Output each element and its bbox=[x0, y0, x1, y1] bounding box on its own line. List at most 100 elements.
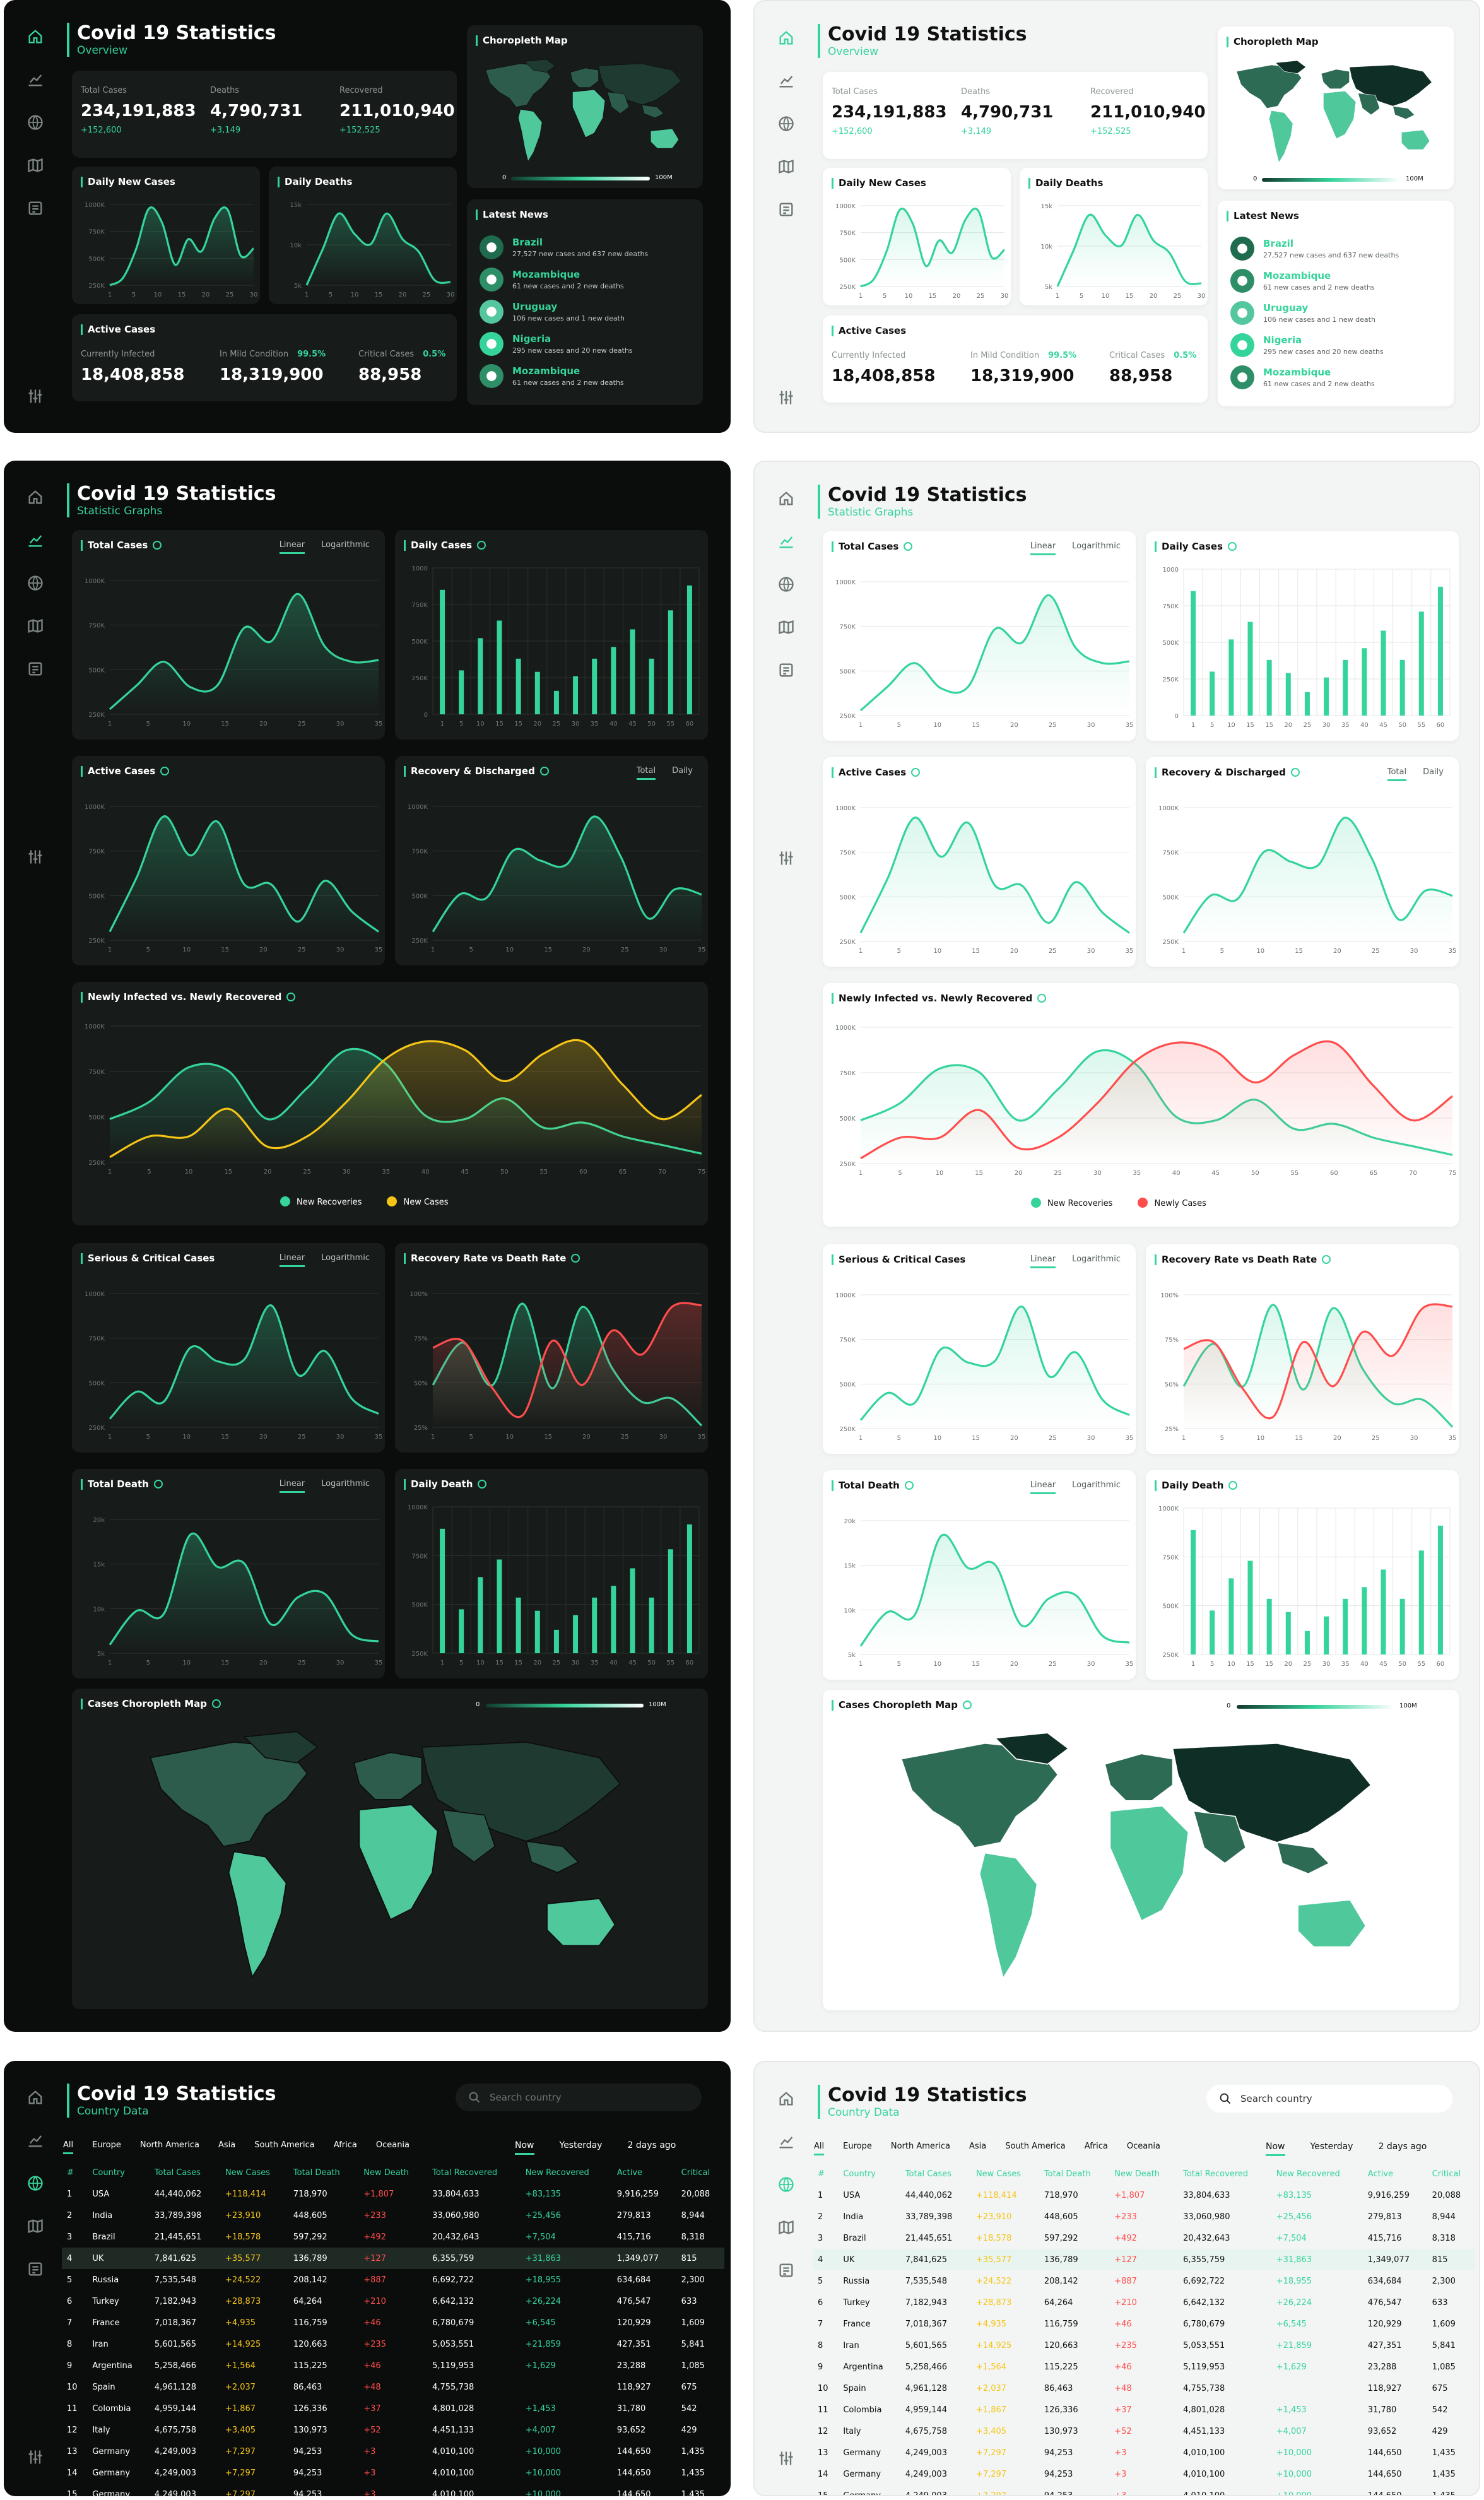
news-item[interactable]: Uruguay 106 new cases and 1 new death bbox=[1230, 297, 1447, 329]
bar[interactable] bbox=[497, 1559, 502, 1653]
bar[interactable] bbox=[630, 1568, 635, 1653]
table-row[interactable]: 13 Germany 4,249,003 +7,297 94,253 +3 4,010,10… bbox=[62, 2441, 724, 2462]
table-row[interactable]: 12 Italy 4,675,758 +3,405 130,973 +52 4,451,13… bbox=[62, 2419, 724, 2441]
nav-home-button[interactable] bbox=[775, 2087, 798, 2110]
map-region[interactable] bbox=[1321, 69, 1350, 90]
nav-chart-button[interactable] bbox=[24, 2129, 47, 2152]
tab-region[interactable]: Oceania bbox=[1127, 2142, 1160, 2154]
search-input[interactable]: Search country bbox=[456, 2084, 702, 2111]
table-row[interactable]: 10 Spain 4,961,128 +2,037 86,463 +48 4,755,738… bbox=[813, 2378, 1475, 2399]
table-row[interactable]: 7 France 7,018,367 +4,935 116,759 +46 6,780,67… bbox=[62, 2312, 724, 2333]
bar[interactable] bbox=[1362, 1587, 1367, 1654]
legend-item[interactable]: New Recoveries bbox=[280, 1196, 362, 1207]
nav-news-button[interactable] bbox=[775, 659, 798, 681]
bar[interactable] bbox=[1247, 622, 1253, 716]
tab-region[interactable]: South America bbox=[1005, 2142, 1066, 2154]
news-item[interactable]: Brazil 27,527 new cases and 637 new death… bbox=[1230, 232, 1447, 264]
news-item[interactable]: Mozambique 61 new cases and 2 new deaths bbox=[480, 263, 697, 295]
nav-filter-button[interactable] bbox=[24, 385, 47, 408]
bar[interactable] bbox=[630, 629, 635, 714]
table-row[interactable]: 9 Argentina 5,258,466 +1,564 115,225 +46 5,119… bbox=[813, 2356, 1475, 2378]
legend-item[interactable]: Newly Cases bbox=[1138, 1198, 1206, 1208]
column-header[interactable]: Total Recovered bbox=[427, 2162, 521, 2183]
map-region[interactable] bbox=[572, 89, 606, 138]
table-row[interactable]: 4 UK 7,841,625 +35,577 136,789 +127 6,355,759 +… bbox=[62, 2248, 724, 2269]
tab-region[interactable]: North America bbox=[140, 2140, 199, 2152]
bar[interactable] bbox=[1399, 659, 1405, 716]
legend-item[interactable]: New Recoveries bbox=[1031, 1198, 1112, 1208]
bar[interactable] bbox=[1191, 1530, 1196, 1654]
nav-chart-button[interactable] bbox=[775, 2130, 798, 2153]
bar[interactable] bbox=[1228, 639, 1234, 716]
tab-time[interactable]: Now bbox=[515, 2140, 534, 2155]
bar[interactable] bbox=[592, 658, 598, 714]
bar[interactable] bbox=[649, 658, 654, 714]
tab-time[interactable]: Yesterday bbox=[1310, 2142, 1353, 2154]
bar[interactable] bbox=[515, 1597, 521, 1653]
table-row[interactable]: 11 Colombia 4,959,144 +1,867 126,336 +37 4,801… bbox=[813, 2399, 1475, 2420]
bar[interactable] bbox=[1304, 692, 1310, 716]
bar[interactable] bbox=[573, 1615, 579, 1653]
map-region[interactable] bbox=[353, 1752, 423, 1800]
bar[interactable] bbox=[1381, 630, 1386, 716]
column-header[interactable]: Total Cases bbox=[900, 2163, 971, 2185]
nav-chart-button[interactable] bbox=[775, 530, 798, 553]
nav-filter-button[interactable] bbox=[775, 2447, 798, 2470]
bar[interactable] bbox=[1381, 1569, 1386, 1654]
bar[interactable] bbox=[1362, 648, 1367, 716]
nav-globe-button[interactable] bbox=[24, 111, 47, 134]
tab-region[interactable]: Asia bbox=[969, 2142, 986, 2154]
tab-region[interactable]: Asia bbox=[218, 2140, 235, 2152]
nav-home-button[interactable] bbox=[24, 25, 47, 48]
tab-region[interactable]: Oceania bbox=[376, 2140, 409, 2152]
bar[interactable] bbox=[1247, 1560, 1253, 1654]
bar[interactable] bbox=[440, 589, 445, 714]
bar[interactable] bbox=[534, 671, 540, 714]
map-region[interactable] bbox=[228, 1851, 287, 1979]
column-header[interactable]: New Recovered bbox=[1271, 2163, 1363, 2185]
table-row[interactable]: 13 Germany 4,249,003 +7,297 94,253 +3 4,010,10… bbox=[813, 2442, 1475, 2463]
table-row[interactable]: 15 Germany 4,249,003 +7,297 94,253 +3 4,010,10… bbox=[62, 2484, 724, 2497]
bar[interactable] bbox=[1210, 1610, 1215, 1654]
table-row[interactable]: 10 Spain 4,961,128 +2,037 86,463 +48 4,755,738… bbox=[62, 2376, 724, 2398]
nav-globe-button[interactable] bbox=[775, 112, 798, 135]
bar[interactable] bbox=[1343, 1598, 1348, 1654]
bar[interactable] bbox=[1285, 673, 1291, 716]
table-row[interactable]: 1 USA 44,440,062 +118,414 718,970 +1,807 33,80… bbox=[62, 2183, 724, 2205]
search-input[interactable]: Search country bbox=[1206, 2085, 1452, 2113]
table-row[interactable]: 14 Germany 4,249,003 +7,297 94,253 +3 4,010,10… bbox=[813, 2463, 1475, 2485]
bar[interactable] bbox=[497, 620, 502, 714]
column-header[interactable]: Critical bbox=[676, 2162, 724, 2183]
map-region[interactable] bbox=[518, 109, 543, 162]
bar[interactable] bbox=[649, 1597, 654, 1653]
table-row[interactable]: 3 Brazil 21,445,651 +18,578 597,292 +492 20,43… bbox=[813, 2227, 1475, 2249]
map-region[interactable] bbox=[1104, 1753, 1174, 1801]
nav-filter-button[interactable] bbox=[775, 386, 798, 409]
table-row[interactable]: 6 Turkey 7,182,943 +28,873 64,264 +210 6,642,1… bbox=[62, 2291, 724, 2312]
bar[interactable] bbox=[686, 1524, 692, 1653]
nav-chart-button[interactable] bbox=[24, 68, 47, 91]
bar[interactable] bbox=[1437, 586, 1443, 716]
tab-time[interactable]: Now bbox=[1266, 2142, 1285, 2156]
table-row[interactable]: 3 Brazil 21,445,651 +18,578 597,292 +492 20,43… bbox=[62, 2226, 724, 2248]
nav-map-button[interactable] bbox=[775, 2216, 798, 2239]
column-header[interactable]: Total Death bbox=[1039, 2163, 1109, 2185]
tab-region[interactable]: Europe bbox=[843, 2142, 872, 2154]
bar[interactable] bbox=[1285, 1612, 1291, 1654]
tab-region[interactable]: North America bbox=[891, 2142, 950, 2154]
bar[interactable] bbox=[478, 1577, 483, 1653]
nav-map-button[interactable] bbox=[24, 615, 47, 637]
news-item[interactable]: Mozambique 61 new cases and 2 new deaths bbox=[1230, 361, 1447, 393]
tab-time[interactable]: Yesterday bbox=[560, 2140, 603, 2153]
column-header[interactable]: New Cases bbox=[220, 2162, 288, 2183]
column-header[interactable]: Total Recovered bbox=[1178, 2163, 1271, 2185]
nav-globe-button[interactable] bbox=[775, 573, 798, 596]
bar[interactable] bbox=[553, 1629, 559, 1653]
nav-news-button[interactable] bbox=[775, 198, 798, 221]
news-item[interactable]: Uruguay 106 new cases and 1 new death bbox=[480, 295, 697, 327]
table-row[interactable]: 6 Turkey 7,182,943 +28,873 64,264 +210 6,642,1… bbox=[813, 2292, 1475, 2313]
table-row[interactable]: 8 Iran 5,601,565 +14,925 120,663 +235 5,053,55… bbox=[62, 2333, 724, 2355]
bar[interactable] bbox=[1343, 659, 1348, 716]
column-header[interactable]: Total Death bbox=[288, 2162, 358, 2183]
bar[interactable] bbox=[1399, 1598, 1405, 1654]
